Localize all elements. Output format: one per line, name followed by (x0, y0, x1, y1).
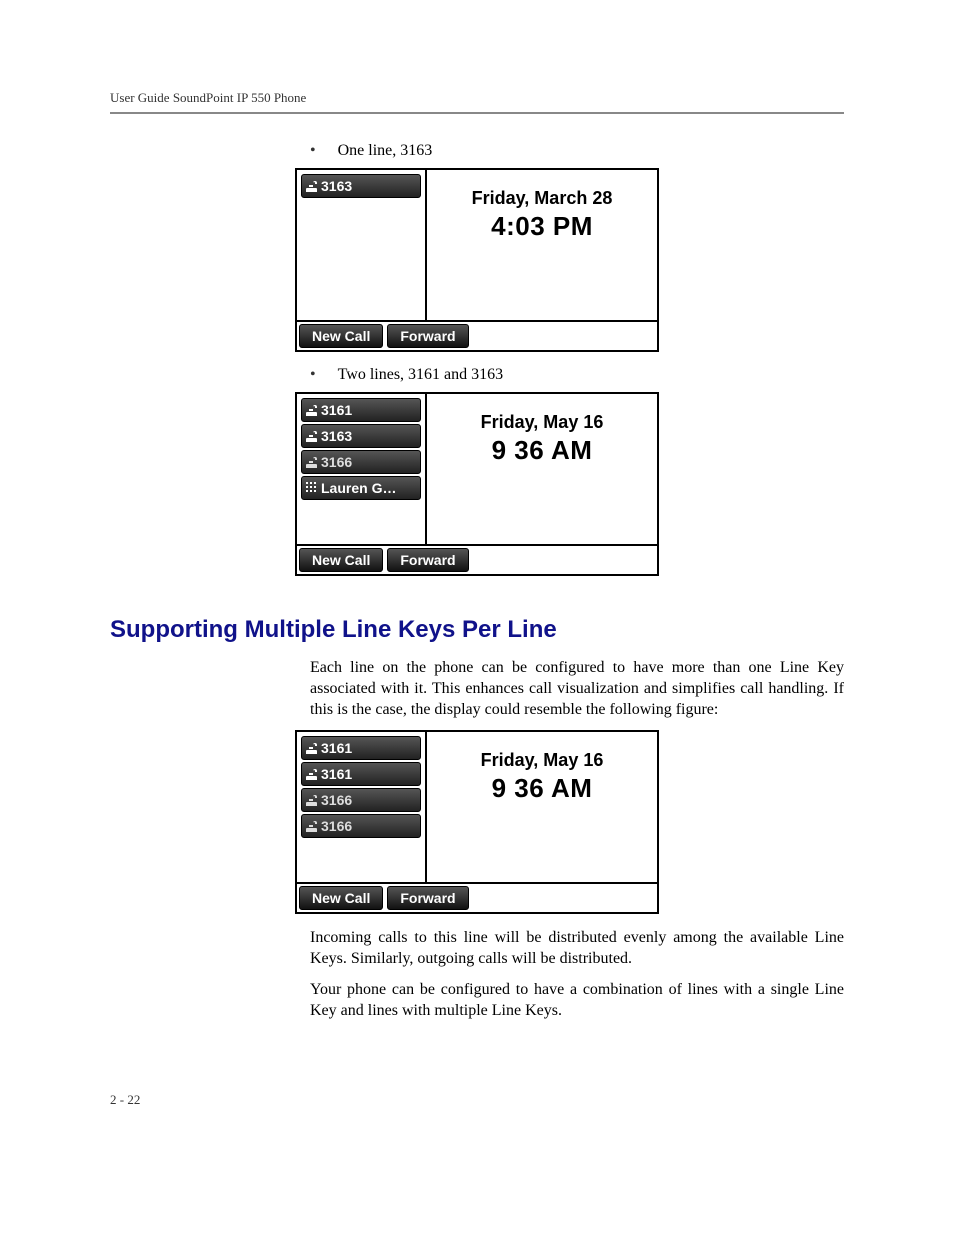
line-key[interactable]: 3161 (301, 398, 421, 422)
date-display: Friday, March 28 (472, 188, 613, 209)
line-key-label: 3161 (321, 740, 352, 756)
phone-icon (306, 743, 318, 753)
line-key-label: 3161 (321, 402, 352, 418)
bullet-item: • Two lines, 3161 and 3163 (310, 366, 844, 384)
keypad-icon (306, 482, 318, 494)
phone-icon (306, 795, 318, 805)
line-key-label: 3163 (321, 428, 352, 444)
phone-display-3: 3161 3161 3166 3166 Friday, May 169 36 AM New… (295, 730, 659, 914)
line-key[interactable]: Lauren G… (301, 476, 421, 500)
line-key[interactable]: 3163 (301, 174, 421, 198)
new-call-softkey[interactable]: New Call (299, 886, 383, 910)
line-key[interactable]: 3166 (301, 450, 421, 474)
phone-icon (306, 181, 318, 191)
bullet-text: One line, 3163 (338, 142, 433, 160)
forward-softkey[interactable]: Forward (387, 886, 468, 910)
phone-icon (306, 769, 318, 779)
bullet-text: Two lines, 3161 and 3163 (338, 366, 504, 384)
time-display: 9 36 AM (492, 435, 593, 466)
phone-display-1: 3163 Friday, March 284:03 PM New CallForwa… (295, 168, 659, 352)
line-key[interactable]: 3166 (301, 814, 421, 838)
line-key-label: Lauren G… (321, 480, 396, 496)
phone-icon (306, 821, 318, 831)
new-call-softkey[interactable]: New Call (299, 548, 383, 572)
line-key-label: 3166 (321, 818, 352, 834)
softkey-spacer (471, 322, 657, 350)
page-header: User Guide SoundPoint IP 550 Phone (110, 90, 844, 106)
body-paragraph: Incoming calls to this line will be dist… (310, 928, 844, 970)
time-display: 4:03 PM (491, 211, 593, 242)
bullet-dot-icon: • (310, 366, 316, 384)
body-paragraph: Each line on the phone can be configured… (310, 658, 844, 720)
line-key[interactable]: 3161 (301, 762, 421, 786)
softkey-spacer (471, 884, 657, 912)
page-number: 2 - 22 (110, 1092, 844, 1108)
phone-display-2: 3161 3163 3166 Lauren G… Friday, May 169 36 … (295, 392, 659, 576)
new-call-softkey[interactable]: New Call (299, 324, 383, 348)
line-key-label: 3161 (321, 766, 352, 782)
phone-icon (306, 457, 318, 467)
bullet-dot-icon: • (310, 142, 316, 160)
line-key[interactable]: 3166 (301, 788, 421, 812)
phone-icon (306, 405, 318, 415)
softkey-spacer (471, 546, 657, 574)
line-key-label: 3166 (321, 454, 352, 470)
time-display: 9 36 AM (492, 773, 593, 804)
line-key[interactable]: 3161 (301, 736, 421, 760)
phone-icon (306, 431, 318, 441)
forward-softkey[interactable]: Forward (387, 324, 468, 348)
line-key[interactable]: 3163 (301, 424, 421, 448)
line-key-label: 3163 (321, 178, 352, 194)
section-heading: Supporting Multiple Line Keys Per Line (110, 616, 844, 644)
body-paragraph: Your phone can be configured to have a c… (310, 980, 844, 1022)
bullet-item: • One line, 3163 (310, 142, 844, 160)
date-display: Friday, May 16 (481, 412, 604, 433)
date-display: Friday, May 16 (481, 750, 604, 771)
forward-softkey[interactable]: Forward (387, 548, 468, 572)
header-rule (110, 112, 844, 114)
line-key-label: 3166 (321, 792, 352, 808)
